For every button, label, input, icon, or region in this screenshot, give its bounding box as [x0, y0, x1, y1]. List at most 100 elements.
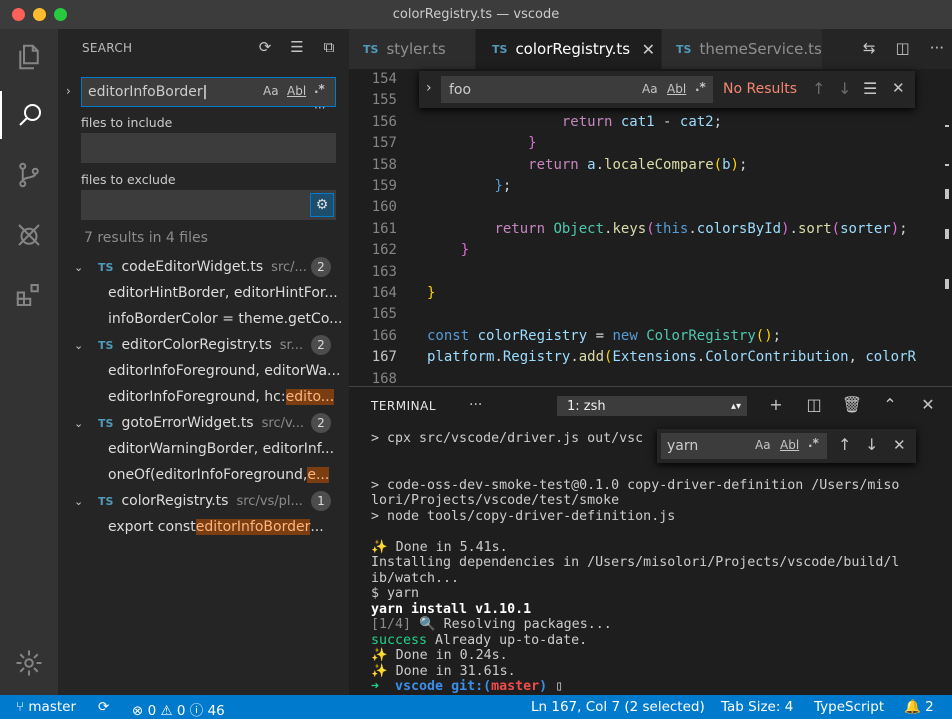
bell-icon: 🔔: [904, 699, 926, 715]
terminal-line: success Already up-to-date.: [371, 632, 588, 648]
code-line[interactable]: 165: [349, 306, 952, 327]
terminal-select[interactable]: 1: zsh ▴▾: [557, 396, 747, 416]
extensions-icon[interactable]: [0, 271, 58, 319]
result-match-row[interactable]: infoBorderColor = theme.getCo...: [108, 306, 348, 332]
chevron-down-icon[interactable]: ⌄: [74, 339, 88, 352]
code-line[interactable]: 166 const colorRegistry = new ColorRegist…: [349, 328, 952, 349]
code-line[interactable]: 160: [349, 199, 952, 220]
find-in-selection-icon[interactable]: ☰: [863, 79, 877, 98]
tab-themeService[interactable]: TS themeService.ts: [662, 29, 822, 69]
result-file-row[interactable]: ⌄ TS codeEditorWidget.ts src/... 2: [58, 254, 349, 280]
result-file-name: gotoErrorWidget.ts: [121, 415, 254, 431]
result-match-row[interactable]: editorHintBorder, editorHintFor...: [108, 280, 348, 306]
kill-terminal-icon[interactable]: 🗑: [841, 395, 863, 414]
close-find-icon[interactable]: ✕: [892, 79, 905, 97]
tab-colorRegistry[interactable]: TS colorRegistry.ts ✕: [476, 29, 661, 69]
result-file-row[interactable]: ⌄ TS editorColorRegistry.ts sr... 2: [58, 332, 349, 358]
terminal-line: Installing dependencies in /Users/misolo…: [371, 555, 900, 570]
next-match-icon[interactable]: ↓: [865, 435, 878, 454]
tab-size[interactable]: Tab Size: 4: [721, 699, 793, 715]
terminal-header: TERMINAL ··· 1: zsh ▴▾ + ◫ 🗑 ⌃ ✕: [349, 387, 952, 423]
code-line[interactable]: 156 return cat1 - cat2;: [349, 114, 952, 135]
search-icon[interactable]: [0, 91, 58, 139]
code-line[interactable]: 159 };: [349, 178, 952, 199]
split-editor-icon[interactable]: ◫: [896, 39, 910, 57]
refresh-icon[interactable]: ⟳: [255, 37, 275, 57]
terminal-actions: + ◫ 🗑 ⌃ ✕: [765, 395, 939, 414]
code-editor[interactable]: 154 155 156 return cat1 - cat2; 157 } 158 re…: [349, 69, 952, 387]
code-line[interactable]: 162 }: [349, 242, 952, 263]
match-whole-word-icon[interactable]: Abl: [780, 438, 799, 452]
settings-gear-icon[interactable]: [0, 639, 58, 687]
title-bar: colorRegistry.ts — vscode: [0, 0, 952, 29]
chevron-down-icon[interactable]: ⌄: [74, 417, 88, 430]
new-terminal-icon[interactable]: +: [765, 395, 787, 414]
use-regex-icon[interactable]: .*: [808, 436, 819, 450]
notifications-status[interactable]: 🔔 2: [904, 699, 934, 715]
match-whole-word-icon[interactable]: Abl: [667, 82, 686, 96]
maximize-panel-icon[interactable]: ⌃: [879, 395, 901, 414]
code-line[interactable]: 164}: [349, 285, 952, 306]
chevron-down-icon[interactable]: ⌄: [74, 495, 88, 508]
chevron-down-icon[interactable]: ⌄: [74, 261, 88, 274]
open-changes-icon[interactable]: ⇆: [863, 39, 876, 57]
explorer-icon[interactable]: [0, 33, 58, 81]
tab-styler[interactable]: TS styler.ts: [349, 29, 475, 69]
result-match-row[interactable]: oneOf(editorInfoForeground, e...: [108, 462, 348, 488]
toggle-search-details-icon[interactable]: ···: [314, 101, 325, 115]
code-line[interactable]: 157 }: [349, 135, 952, 156]
terminal-tab[interactable]: TERMINAL: [371, 399, 436, 413]
toggle-replace-chevron-icon[interactable]: ›: [66, 84, 71, 98]
code-text: };: [494, 178, 512, 194]
minimize-window-button[interactable]: [33, 8, 46, 21]
maximize-window-button[interactable]: [54, 8, 67, 21]
previous-match-icon[interactable]: ↑: [838, 435, 851, 454]
terminal-find-input[interactable]: yarn: [661, 433, 827, 459]
cursor-position[interactable]: Ln 167, Col 7 (2 selected): [531, 699, 705, 715]
result-file-row[interactable]: ⌄ TS colorRegistry.ts src/vs/pl... 1: [58, 488, 349, 514]
close-tab-icon[interactable]: ✕: [642, 40, 655, 59]
source-control-icon[interactable]: [0, 151, 58, 199]
use-exclude-settings-icon[interactable]: ⚙: [310, 193, 334, 217]
clear-results-icon[interactable]: ☰: [287, 37, 307, 57]
files-to-include-input[interactable]: [81, 133, 336, 163]
match-whole-word-icon[interactable]: Abl: [287, 84, 306, 98]
match-case-icon[interactable]: Aa: [642, 82, 658, 96]
collapse-all-icon[interactable]: ⧉: [319, 37, 339, 57]
result-match-row[interactable]: editorInfoForeground, editorWa...: [108, 358, 348, 384]
match-case-icon[interactable]: Aa: [263, 84, 279, 98]
code-line[interactable]: 163: [349, 264, 952, 285]
typescript-file-icon: TS: [98, 338, 114, 352]
close-find-icon[interactable]: ✕: [893, 436, 906, 454]
branch-status[interactable]: ⑂ master: [16, 699, 76, 715]
result-match-row[interactable]: editorInfoForeground, hc: edito...: [108, 384, 348, 410]
language-mode[interactable]: TypeScript: [814, 699, 884, 715]
result-match-row[interactable]: export const editorInfoBorder ...: [108, 514, 348, 540]
code-text: }: [460, 242, 470, 259]
code-line[interactable]: 167 platform.Registry.add(Extensions.Colo…: [349, 349, 952, 370]
toggle-replace-chevron-icon[interactable]: ›: [426, 80, 432, 96]
result-match-row[interactable]: editorWarningBorder, editorInf...: [108, 436, 348, 462]
next-match-icon[interactable]: ↓: [838, 79, 851, 98]
use-regex-icon[interactable]: .*: [314, 82, 325, 96]
split-terminal-icon[interactable]: ◫: [803, 395, 825, 414]
code-line[interactable]: 161 return Object.keys(this.colorsById).…: [349, 221, 952, 242]
use-regex-icon[interactable]: .*: [695, 80, 706, 94]
files-to-exclude-input[interactable]: [81, 190, 336, 220]
terminal-line: $ yarn: [371, 586, 420, 601]
match-case-icon[interactable]: Aa: [755, 438, 771, 452]
close-panel-icon[interactable]: ✕: [917, 395, 939, 414]
previous-match-icon[interactable]: ↑: [812, 79, 825, 98]
results-summary: 7 results in 4 files: [84, 230, 208, 246]
match-highlight: editorInfoBorder: [195, 519, 311, 535]
terminal-line: ➜ vscode git:(master) ▯: [371, 679, 564, 694]
sync-icon[interactable]: ⟳: [98, 699, 109, 715]
code-line[interactable]: 158 return a.localeCompare(b);: [349, 157, 952, 178]
more-actions-icon[interactable]: ···: [930, 39, 944, 57]
panel-more-icon[interactable]: ···: [469, 397, 482, 413]
result-file-row[interactable]: ⌄ TS gotoErrorWidget.ts src/v... 2: [58, 410, 349, 436]
result-file-path: src/...: [271, 259, 307, 275]
close-window-button[interactable]: [12, 8, 25, 21]
debug-icon[interactable]: [0, 211, 58, 259]
problems-status[interactable]: ⊗ 0 ⚠ 0 ⓘ 46: [132, 699, 225, 719]
